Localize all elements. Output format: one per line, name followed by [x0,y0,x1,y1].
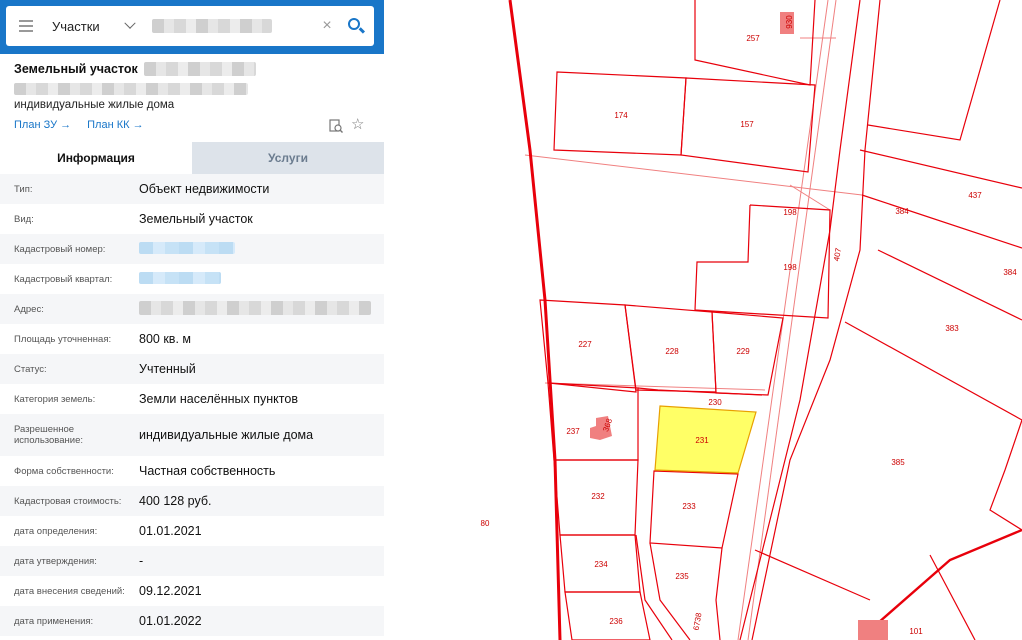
favorite-star-icon[interactable]: ☆ [351,117,364,133]
info-label: Площадь уточненная: [14,333,112,345]
parcel-label: 385 [891,458,905,467]
info-row: Кадастровый номер: [0,234,384,264]
info-label: Категория земель: [14,393,96,405]
info-row: Площадь уточненная: 800 кв. м [0,324,384,354]
info-label: дата утверждения: [14,555,97,567]
parcel-label: 80 [481,519,490,528]
address-redacted [139,300,371,318]
search-input[interactable] [142,6,316,46]
layer-dropdown[interactable]: Участки [46,6,142,46]
object-address-redacted [14,82,248,100]
info-value: Земли населённых пунктов [139,392,298,406]
info-label: Тип: [14,183,33,195]
info-value: - [139,554,144,568]
tab-bar: Информация Услуги [0,142,384,174]
info-value: Учтенный [139,362,196,376]
info-value: Объект недвижимости [139,182,270,196]
info-label: дата определения: [14,525,98,537]
info-table: Тип: Объект недвижимости Вид: Земельный … [0,174,384,636]
parcel-label: 198 [783,208,797,217]
search-bar: Участки × ‹ [0,0,384,54]
clear-icon[interactable]: × [316,6,338,46]
parcel-label: 257 [746,34,760,43]
parcel-label: 101 [909,627,923,636]
info-value: Земельный участок [139,212,253,226]
info-label: Форма собственности: [14,465,114,477]
info-row: Статус: Учтенный [0,354,384,384]
object-number-redacted [143,62,256,76]
cadastral-number-redacted[interactable] [139,241,235,257]
info-label: Статус: [14,363,47,375]
object-title: Земельный участок [14,62,256,76]
search-query-redacted [152,19,272,33]
info-label: дата внесения сведений: [14,585,125,597]
info-value: 400 128 руб. [139,494,212,508]
info-value: индивидуальные жилые дома [139,428,314,442]
info-value: Частная собственность [139,464,276,478]
info-row: дата применения: 01.01.2022 [0,606,384,636]
info-row: дата внесения сведений: 09.12.2021 [0,576,384,606]
parcel-label: 232 [591,492,605,501]
parcel-label: 198 [783,263,797,272]
parcel-label: 174 [614,111,628,120]
info-label: Кадастровая стоимость: [14,495,122,507]
plan-zu-link[interactable]: План ЗУ → [14,119,71,131]
info-row: дата определения: 01.01.2021 [0,516,384,546]
plan-links: План ЗУ → План КК → [14,119,144,131]
info-label: Кадастровый квартал: [14,273,113,285]
tab-info[interactable]: Информация [0,142,192,174]
parcel-label: 233 [682,502,696,511]
search-icon[interactable] [338,6,374,46]
object-title-text: Земельный участок [14,62,138,76]
parcel-label: 437 [968,191,982,200]
parcel-label: 227 [578,340,592,349]
info-row: Тип: Объект недвижимости [0,174,384,204]
document-search-icon[interactable] [329,119,343,133]
layer-dropdown-label: Участки [52,18,100,34]
parcel-label: 231 [695,436,709,445]
info-row: Кадастровый квартал: [0,264,384,294]
parcel-label: 384 [895,207,909,216]
info-row: Вид: Земельный участок [0,204,384,234]
search-box: Участки × [6,6,374,46]
info-value: 800 кв. м [139,332,191,346]
parcel-label: 234 [594,560,608,569]
info-value: 01.01.2022 [139,614,202,628]
parcel-label: 157 [740,120,754,129]
parcel-label: 230 [708,398,722,407]
info-label: дата применения: [14,615,94,627]
parcel-label: 235 [675,572,689,581]
info-label: Вид: [14,213,34,225]
info-row: Категория земель: Земли населённых пункт… [0,384,384,414]
chevron-down-icon [124,17,136,29]
parcel-label: 930 [785,15,794,29]
parcel-label: 237 [566,427,580,436]
info-row: Форма собственности: Частная собственнос… [0,456,384,486]
info-row: Адрес: [0,294,384,324]
object-usage: индивидуальные жилые дома [14,99,175,111]
parcel-label: 384 [1003,268,1017,277]
info-label: Адрес: [14,303,44,315]
info-label: Кадастровый номер: [14,243,106,255]
info-row: Разрешенное использование: индивидуальны… [0,414,384,456]
info-row: дата утверждения: - [0,546,384,576]
info-value: 09.12.2021 [139,584,202,598]
parcel-label: 236 [609,617,623,626]
plan-kk-link[interactable]: План КК → [87,119,143,131]
parcel-label: 383 [945,324,959,333]
tab-services[interactable]: Услуги [192,142,384,174]
info-panel: Участки × ‹ Земельный участок индивидуал… [0,0,384,640]
info-value: 01.01.2021 [139,524,202,538]
parcel-label: 228 [665,347,679,356]
info-row: Кадастровая стоимость: 400 128 руб. [0,486,384,516]
hamburger-menu-icon[interactable] [6,6,46,46]
parcel-label: 229 [736,347,750,356]
info-label: Разрешенное использование: [14,424,84,446]
collapse-panel-button[interactable]: ‹ [378,0,384,54]
cadastral-quarter-redacted[interactable] [139,271,221,287]
